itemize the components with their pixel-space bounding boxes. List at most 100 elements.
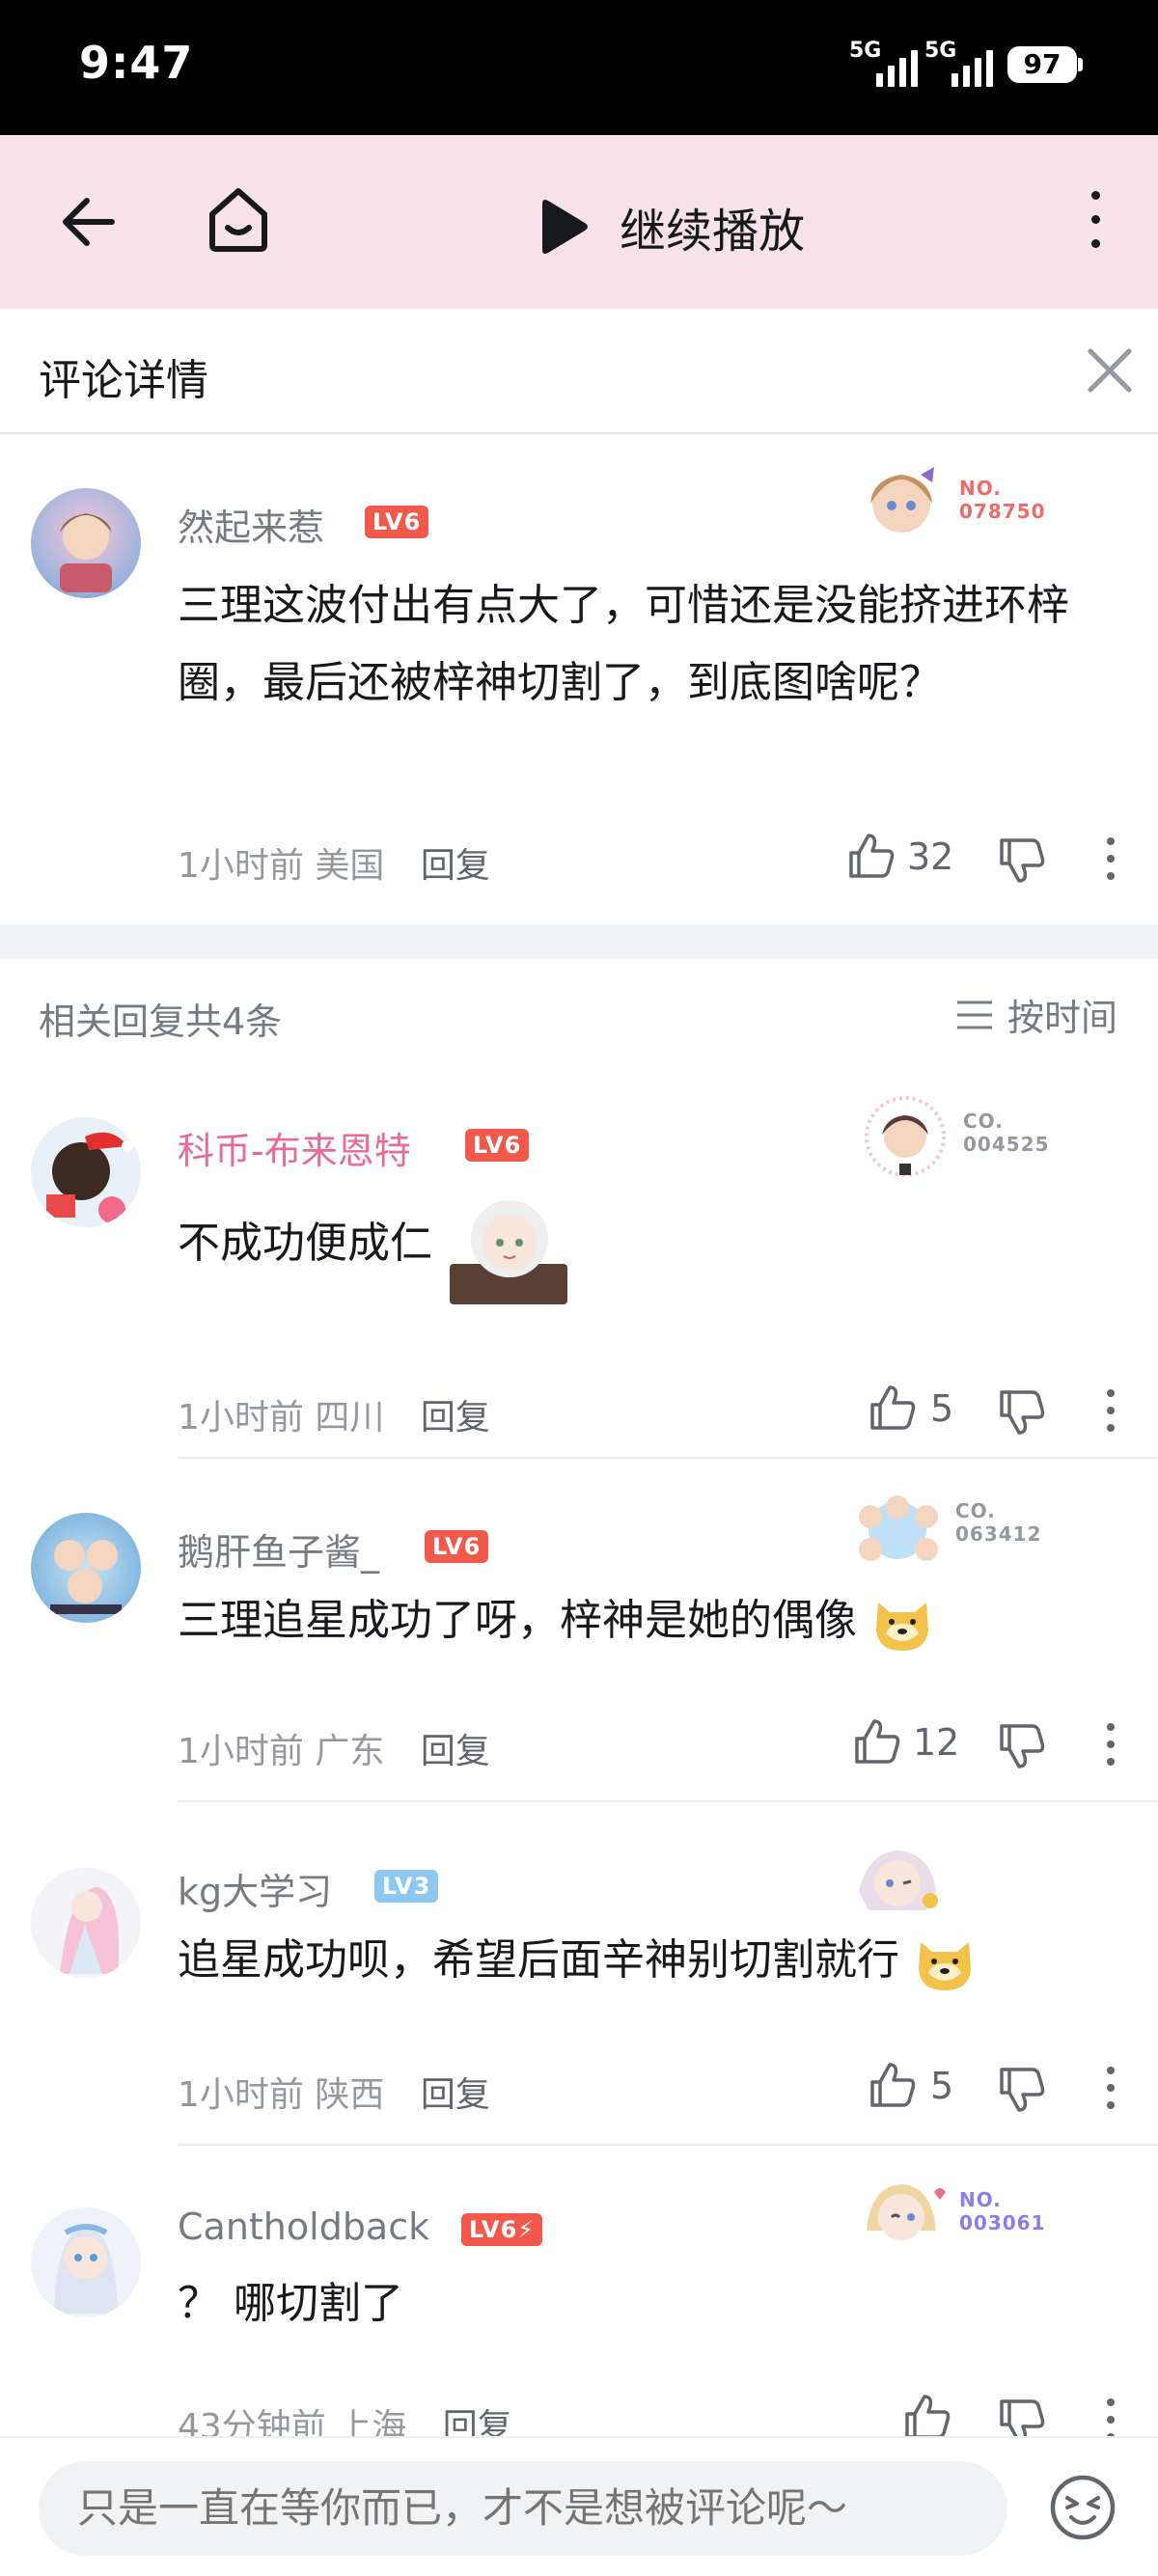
comment-content: 追星成功呗，希望后面辛神别切割就行	[178, 1922, 1085, 1999]
dislike-icon[interactable]	[998, 1388, 1046, 1437]
like-icon[interactable]	[868, 1384, 917, 1432]
comment-actions: 12	[830, 1717, 1129, 1775]
fan-badge-number: CO. 063412	[955, 1499, 1042, 1546]
comment-input-bar	[0, 2436, 1158, 2576]
comment-meta: 1小时前 美国 回复	[178, 837, 490, 888]
more-dots-icon[interactable]	[1104, 1384, 1117, 1438]
dislike-icon[interactable]	[998, 2066, 1046, 2114]
fan-badge[interactable]: NO. 003061	[853, 2167, 1046, 2263]
fan-badge-avatar-icon	[870, 467, 934, 533]
comment-location: 四川	[315, 1398, 385, 1438]
doge-emoji-icon	[876, 1603, 928, 1651]
sort-button[interactable]: 按时间	[955, 988, 1117, 1041]
fan-badge[interactable]	[849, 1833, 1042, 1930]
fan-badge-avatar-icon	[865, 1096, 946, 1177]
fan-badge-number: CO. 004525	[963, 1110, 1050, 1156]
sort-label: 按时间	[1007, 997, 1118, 1039]
fan-badge-avatar-icon	[859, 1495, 938, 1561]
sort-lines-icon	[957, 1000, 992, 1028]
reply-button[interactable]: 回复	[421, 1732, 490, 1771]
level-badge: LV6⚡	[461, 2213, 543, 2246]
fan-badge[interactable]: NO. 078750	[853, 455, 1046, 552]
username[interactable]: 鹅肝鱼子酱_	[178, 1522, 379, 1576]
comment-time: 1小时前	[178, 1398, 304, 1438]
comment-meta: 1小时前 四川 回复	[178, 1389, 490, 1439]
username[interactable]: kg大学习	[178, 1862, 332, 1915]
reply-item: kg大学习 LV3 追星成功呗，希望后面辛神别切割就行 1小时前 陕西 回复 5	[0, 1802, 1158, 2146]
fan-badge-number: NO. 003061	[959, 2188, 1046, 2234]
like-icon[interactable]	[853, 1717, 901, 1766]
reply-item: 鹅肝鱼子酱_ LV6 CO. 063412 三理追星成功了呀，梓神是她的偶像 1…	[0, 1459, 1158, 1802]
back-arrow-icon[interactable]	[58, 195, 116, 249]
comment-content: 三理追星成功了呀，梓神是她的偶像	[178, 1582, 1085, 1659]
reply-item: 科币-布来恩特 LV6 CO. 004525 不成功便成仁 1小时前 四川 回复…	[0, 1063, 1158, 1459]
like-count: 5	[930, 2065, 954, 2107]
like-icon[interactable]	[868, 2061, 917, 2109]
reply-button[interactable]: 回复	[421, 1398, 490, 1438]
main-comment: 然起来惹 LV6 NO. 078750 三理这波付出有点大了，可惜还是没能挤进环…	[0, 434, 1158, 924]
comment-content: ？ 哪切割了	[178, 2279, 403, 2328]
comment-actions: 32	[830, 832, 1129, 890]
more-dots-icon[interactable]	[1104, 1717, 1117, 1771]
comment-time: 1小时前	[178, 846, 304, 886]
fan-badge-number: NO. 078750	[959, 477, 1046, 523]
continue-play-button[interactable]: 继续播放	[537, 193, 805, 260]
dislike-icon[interactable]	[998, 836, 1046, 885]
comment-location: 陕西	[315, 2075, 385, 2115]
comment-content: 三理这波付出有点大了，可惜还是没能挤进环梓圈，最后还被梓神切割了，到底图啥呢？	[178, 581, 1069, 707]
battery-indicator: 97	[1007, 46, 1083, 83]
home-icon[interactable]	[205, 185, 272, 255]
status-bar: 9:47 5G 5G 97	[0, 0, 1158, 135]
avatar[interactable]	[31, 2207, 141, 2317]
page-title: 评论详情	[39, 356, 208, 405]
more-dots-icon[interactable]	[1104, 832, 1117, 886]
top-nav: 继续播放	[0, 135, 1158, 309]
like-count: 12	[913, 1721, 960, 1764]
like-icon[interactable]	[847, 832, 896, 880]
status-time: 9:47	[79, 37, 194, 89]
level-badge: LV6	[465, 1129, 530, 1162]
comment-detail-header: 评论详情	[0, 309, 1158, 434]
username[interactable]: 科币-布来恩特	[178, 1121, 411, 1174]
comment-input[interactable]	[39, 2461, 1007, 2556]
replies-header: 相关回复共4条 按时间	[0, 959, 1158, 1063]
username[interactable]: 然起来惹	[178, 498, 324, 551]
play-icon	[542, 200, 588, 254]
reply-count: 相关回复共4条	[39, 1000, 283, 1043]
fan-badge-avatar-icon	[867, 2184, 946, 2240]
comment-meta: 1小时前 陕西 回复	[178, 2067, 490, 2117]
comment-content: 不成功便成仁	[178, 1183, 1085, 1308]
comment-actions: 5	[830, 1384, 1129, 1441]
avatar[interactable]	[31, 1513, 141, 1623]
fan-badge[interactable]: CO. 063412	[849, 1478, 1042, 1575]
avatar[interactable]	[31, 488, 141, 598]
comment-location: 美国	[315, 846, 385, 886]
fan-badge-avatar-icon	[859, 1850, 938, 1910]
emoji-icon[interactable]	[1048, 2473, 1117, 2542]
comment-meta: 1小时前 广东 回复	[178, 1723, 490, 1773]
reply-button[interactable]: 回复	[421, 846, 490, 886]
dislike-icon[interactable]	[998, 1722, 1046, 1770]
more-dots-icon[interactable]	[1104, 2061, 1117, 2115]
continue-play-label: 继续播放	[620, 205, 806, 259]
comment-location: 广东	[315, 1732, 385, 1771]
username[interactable]: Cantholdback	[178, 2206, 429, 2248]
fan-badge[interactable]: CO. 004525	[857, 1088, 1050, 1185]
section-divider	[0, 924, 1158, 959]
sticker-girl-emoji-icon	[450, 1200, 567, 1304]
level-badge: LV3	[374, 1870, 439, 1903]
like-count: 5	[930, 1387, 954, 1430]
level-badge: LV6	[425, 1530, 489, 1563]
like-count: 32	[907, 836, 954, 878]
comment-actions: 5	[830, 2061, 1129, 2119]
reply-item: Cantholdback LV6⚡ NO. 003061 ？ 哪切割了 43分钟…	[0, 2146, 1158, 2447]
doge-emoji-icon	[919, 1942, 971, 1990]
avatar[interactable]	[31, 1117, 141, 1227]
comment-time: 1小时前	[178, 1732, 304, 1771]
more-options-icon[interactable]	[1081, 191, 1110, 255]
level-badge: LV6	[365, 506, 429, 538]
close-icon[interactable]	[1085, 345, 1135, 396]
reply-button[interactable]: 回复	[421, 2075, 490, 2115]
like-icon[interactable]	[903, 2393, 951, 2441]
avatar[interactable]	[31, 1868, 141, 1978]
